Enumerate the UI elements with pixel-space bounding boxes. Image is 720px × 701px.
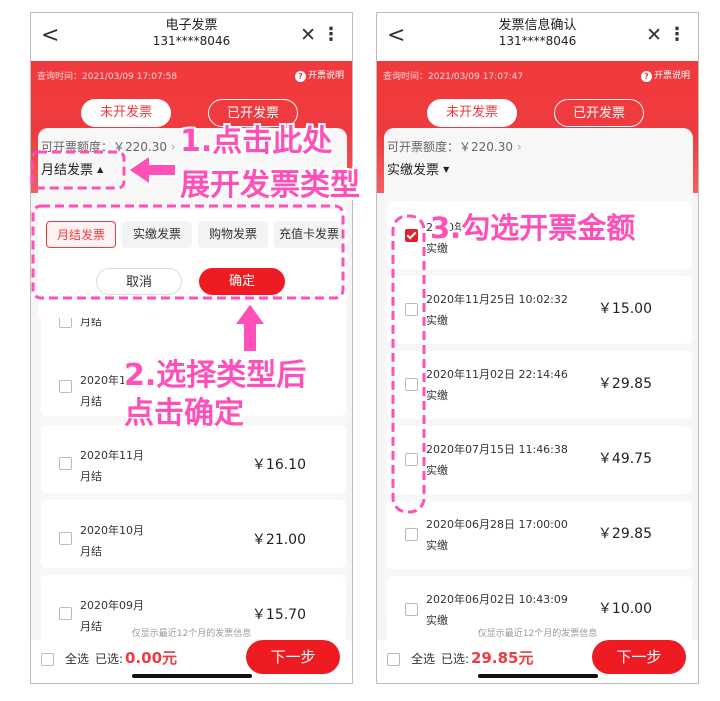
cancel-button[interactable]: 取消 [96,268,182,295]
annotation-step1-line1: 1.点击此处 [180,124,333,159]
checkbox[interactable] [405,453,418,466]
selected-label: 已选: [95,652,124,666]
select-all-label[interactable]: 全选 [411,651,435,667]
checkbox[interactable] [59,607,72,620]
question-icon: ? [640,71,652,82]
selected-amount: 29.85元 [471,649,534,667]
invoice-card[interactable]: 2020年11月 月结 ￥16.10 [41,425,346,493]
help-link[interactable]: ? 开票说明 [640,70,690,83]
home-indicator [132,674,252,678]
confirm-button[interactable]: 确定 [199,268,285,295]
tab-issued[interactable]: 已开发票 [554,99,644,127]
select-all-checkbox[interactable] [41,653,54,666]
invoice-type-dropdown[interactable]: 月结发票 ▲ [41,161,103,180]
checkbox[interactable] [405,378,418,391]
notice-text: 仅显示最近12个月的发票信息 [131,629,252,639]
next-button[interactable]: 下一步 [246,640,340,674]
select-all-label[interactable]: 全选 [65,651,89,667]
tab-issued[interactable]: 已开发票 [208,99,298,127]
checkbox[interactable] [405,528,418,541]
annotation-step2-line1: 2.选择类型后 [124,358,307,393]
checkbox[interactable] [405,603,418,616]
home-indicator [478,674,598,678]
phone-screen-invoice-type: < 电子发票 131****8046 ✕ ⋮ 查询时间：2021/03/09 1… [30,12,353,684]
select-all-checkbox[interactable] [387,653,400,666]
chip-monthly[interactable]: 月结发票 [46,221,116,248]
more-icon[interactable]: ⋮ [668,25,686,45]
chip-shopping[interactable]: 购物发票 [198,221,268,248]
invoice-card[interactable]: 2020年11月02日 22:14:46 实缴 ￥29.85 [387,351,692,419]
invoice-card[interactable]: 2020年10月 月结 ￥21.00 [41,500,346,568]
invoice-quota: 可开票额度：￥220.30 › [387,140,522,154]
caret-up-icon: ▲ [97,165,104,174]
caret-down-icon: ▼ [443,165,450,174]
close-icon[interactable]: ✕ [646,26,662,45]
checkbox[interactable] [405,303,418,316]
invoice-card[interactable]: 2020年07月15日 11:46:38 实缴 ￥49.75 [387,426,692,494]
invoice-type-dropdown[interactable]: 实缴发票 ▼ [387,161,449,180]
phone-screen-invoice-confirm: < 发票信息确认 131****8046 ✕ ⋮ 查询时间：2021/03/09… [376,12,699,684]
notice-text: 仅显示最近12个月的发票信息 [477,629,598,639]
close-icon[interactable]: ✕ [300,26,316,45]
checkbox-checked[interactable] [405,229,418,242]
query-time: 查询时间：2021/03/09 17:07:58 [37,72,178,82]
annotation-step2-line2: 点击确定 [124,396,244,431]
tab-unissued[interactable]: 未开发票 [81,99,171,127]
nav-bar: < 发票信息确认 131****8046 ✕ ⋮ [377,13,698,61]
help-label: 开票说明 [653,71,690,81]
invoice-card[interactable]: 2020年11月25日 10:02:32 实缴 ￥15.00 [387,276,692,344]
checkbox[interactable] [59,380,72,393]
selected-label: 已选: [441,652,470,666]
annotation-step3: 3.勾选开票金额 [430,211,636,245]
checkbox[interactable] [59,532,72,545]
question-icon: ? [294,71,306,82]
next-button[interactable]: 下一步 [592,640,686,674]
invoice-type-sheet: 月结发票 实缴发票 购物发票 充值卡发票 取消 确定 [38,210,347,318]
chip-topup[interactable]: 充值卡发票 [274,221,344,248]
more-icon[interactable]: ⋮ [322,25,340,45]
help-link[interactable]: ? 开票说明 [294,70,344,83]
invoice-quota: 可开票额度：￥220.30 › [41,140,176,154]
checkbox[interactable] [59,457,72,470]
selected-amount: 0.00元 [125,649,178,667]
nav-bar: < 电子发票 131****8046 ✕ ⋮ [31,13,352,61]
chip-paid[interactable]: 实缴发票 [122,221,192,248]
invoice-card[interactable]: 2020年06月28日 17:00:00 实缴 ￥29.85 [387,501,692,569]
query-time: 查询时间：2021/03/09 17:07:47 [383,72,524,82]
tab-unissued[interactable]: 未开发票 [427,99,517,127]
help-label: 开票说明 [307,71,344,81]
annotation-step1-line2: 展开发票类型 [180,168,360,203]
